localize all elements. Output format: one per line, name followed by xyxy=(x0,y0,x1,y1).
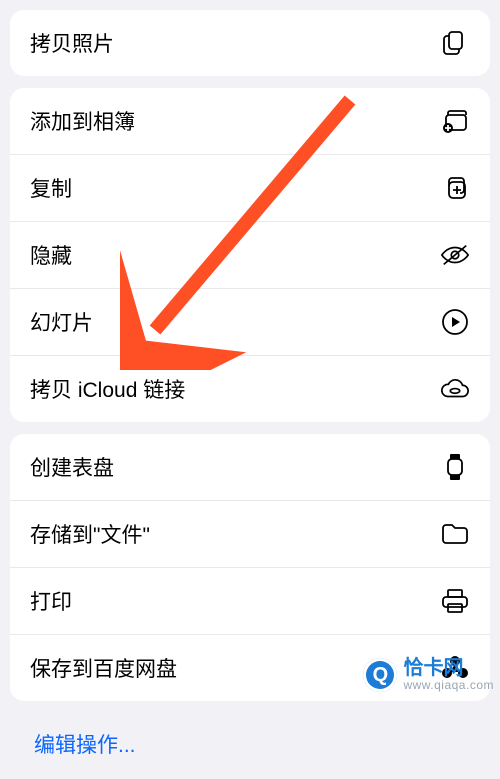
watermark-logo-icon: Q xyxy=(363,658,397,692)
row-label: 复制 xyxy=(30,173,440,203)
folder-icon xyxy=(440,519,470,549)
row-label: 添加到相簿 xyxy=(30,106,440,136)
watermark-brand: 恰卡网 xyxy=(403,658,494,679)
watch-icon xyxy=(440,452,470,482)
row-copy-icloud-link[interactable]: 拷贝 iCloud 链接 xyxy=(10,355,490,422)
row-label: 存储到"文件" xyxy=(30,519,440,549)
watermark-domain: www.qiaqa.com xyxy=(403,679,494,692)
row-hide[interactable]: 隐藏 xyxy=(10,221,490,288)
watermark: Q 恰卡网 www.qiaqa.com xyxy=(363,658,494,692)
action-group-0: 拷贝照片 xyxy=(10,10,490,76)
row-print[interactable]: 打印 xyxy=(10,567,490,634)
play-circle-icon xyxy=(440,307,470,337)
row-label: 创建表盘 xyxy=(30,452,440,482)
printer-icon xyxy=(440,586,470,616)
row-slideshow[interactable]: 幻灯片 xyxy=(10,288,490,355)
album-add-icon xyxy=(440,106,470,136)
row-label: 打印 xyxy=(30,586,440,616)
row-copy-photo[interactable]: 拷贝照片 xyxy=(10,10,490,76)
edit-actions-label: 编辑操作... xyxy=(34,734,136,757)
action-group-1: 添加到相簿 复制 隐藏 xyxy=(10,88,490,422)
row-label: 幻灯片 xyxy=(30,307,440,337)
row-add-to-album[interactable]: 添加到相簿 xyxy=(10,88,490,154)
row-create-watch-face[interactable]: 创建表盘 xyxy=(10,434,490,500)
row-save-to-files[interactable]: 存储到"文件" xyxy=(10,500,490,567)
eye-off-icon xyxy=(440,240,470,270)
row-label: 拷贝 iCloud 链接 xyxy=(30,374,440,404)
row-duplicate[interactable]: 复制 xyxy=(10,154,490,221)
row-label: 隐藏 xyxy=(30,240,440,270)
edit-actions-link[interactable]: 编辑操作... xyxy=(10,713,490,779)
duplicate-icon xyxy=(440,173,470,203)
row-label: 拷贝照片 xyxy=(30,28,440,58)
cloud-link-icon xyxy=(440,374,470,404)
copy-doc-icon xyxy=(440,28,470,58)
watermark-text: 恰卡网 www.qiaqa.com xyxy=(403,658,494,692)
